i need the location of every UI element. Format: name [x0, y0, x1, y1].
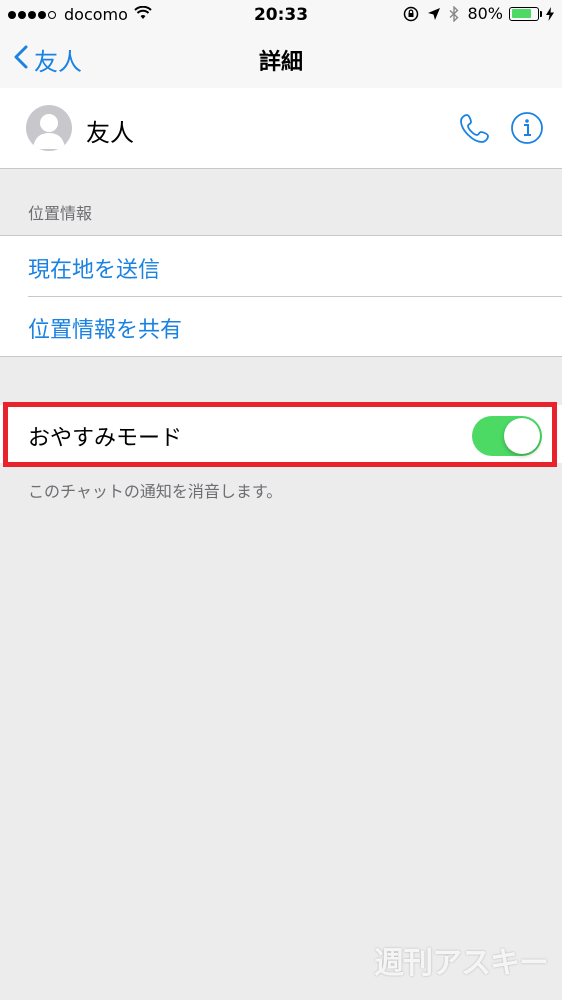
highlight-box [3, 402, 557, 467]
status-right: 80% [395, 4, 554, 23]
page-title: 詳細 [258, 50, 303, 75]
charging-icon [546, 6, 554, 21]
info-icon [511, 112, 543, 144]
contact-name: 友人 [86, 119, 134, 147]
share-location-cell[interactable]: 位置情報を共有 [0, 296, 562, 356]
phone-button[interactable] [458, 111, 492, 145]
location-section-header: 位置情報 [28, 204, 93, 223]
rotation-lock-icon [403, 6, 419, 22]
location-group: 現在地を送信 位置情報を共有 [0, 235, 562, 357]
share-location-label: 位置情報を共有 [28, 318, 183, 343]
person-silhouette-icon [33, 114, 65, 149]
bluetooth-icon [449, 5, 459, 22]
phone-icon [460, 114, 489, 143]
avatar [26, 105, 72, 151]
status-bar: docomo 20:33 80% [0, 0, 562, 30]
info-button[interactable] [510, 111, 544, 145]
battery-icon [509, 6, 539, 21]
watermark-logo: 週刊アスキー [374, 946, 549, 981]
battery-percent: 80% [467, 4, 503, 23]
send-current-location-label: 現在地を送信 [28, 258, 161, 283]
location-arrow-icon [427, 7, 441, 21]
battery-nub [540, 10, 542, 17]
contact-row: 友人 [0, 88, 562, 169]
do-not-disturb-footer: このチャットの通知を消音します。 [28, 482, 283, 501]
navigation-bar: 友人 詳細 [0, 30, 562, 89]
send-current-location-cell[interactable]: 現在地を送信 [0, 236, 562, 297]
